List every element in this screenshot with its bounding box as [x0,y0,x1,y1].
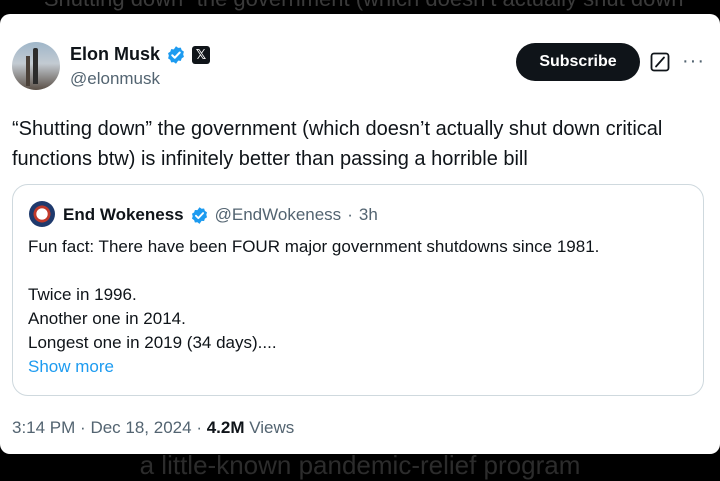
verified-badge-icon [191,206,207,224]
tweet-date[interactable]: Dec 18, 2024 [90,418,191,437]
show-more-link[interactable]: Show more [28,357,114,377]
author-name[interactable]: Elon Musk [70,44,160,65]
verified-badge-icon [168,45,184,64]
tweet-card: Elon Musk 𝕏 @elonmusk Subscribe ··· “Shu… [0,14,720,454]
quote-line: Longest one in 2019 (34 days).... [28,333,277,352]
quote-author-name[interactable]: End Wokeness [63,205,184,225]
views-count: 4.2M [206,418,245,437]
tweet-time[interactable]: 3:14 PM [12,418,75,437]
more-icon[interactable]: ··· [682,50,705,73]
quote-line: Another one in 2014. [28,309,186,328]
quote-separator: · [347,205,353,224]
tweet-meta: 3:14 PM · Dec 18, 2024 · 4.2M Views [12,418,295,437]
quote-author-handle[interactable]: @EndWokeness [215,205,342,225]
views-label: Views [249,418,295,437]
quote-age: 3h [358,205,378,224]
background-text-top: “Shutting down” the government (which do… [0,0,720,12]
tweet-text: “Shutting down” the government (which do… [12,118,663,170]
quote-author-avatar[interactable] [29,201,55,227]
x-logo-icon: 𝕏 [192,45,211,64]
author-avatar[interactable] [12,42,60,90]
quote-header: End Wokeness @EndWokeness · 3h [63,205,378,225]
author-handle[interactable]: @elonmusk [70,69,160,89]
quote-line: Twice in 1996. [28,285,137,304]
quote-line: Fun fact: There have been FOUR major gov… [28,237,600,256]
quote-line [28,259,688,283]
quote-text: Fun fact: There have been FOUR major gov… [28,235,688,355]
background-text-bottom: a little-known pandemic-relief program [139,450,581,480]
grok-icon[interactable] [650,52,670,72]
subscribe-button[interactable]: Subscribe [516,43,640,81]
author-name-row: Elon Musk 𝕏 [70,44,211,65]
quoted-tweet[interactable]: End Wokeness @EndWokeness · 3h Fun fact:… [12,184,704,396]
